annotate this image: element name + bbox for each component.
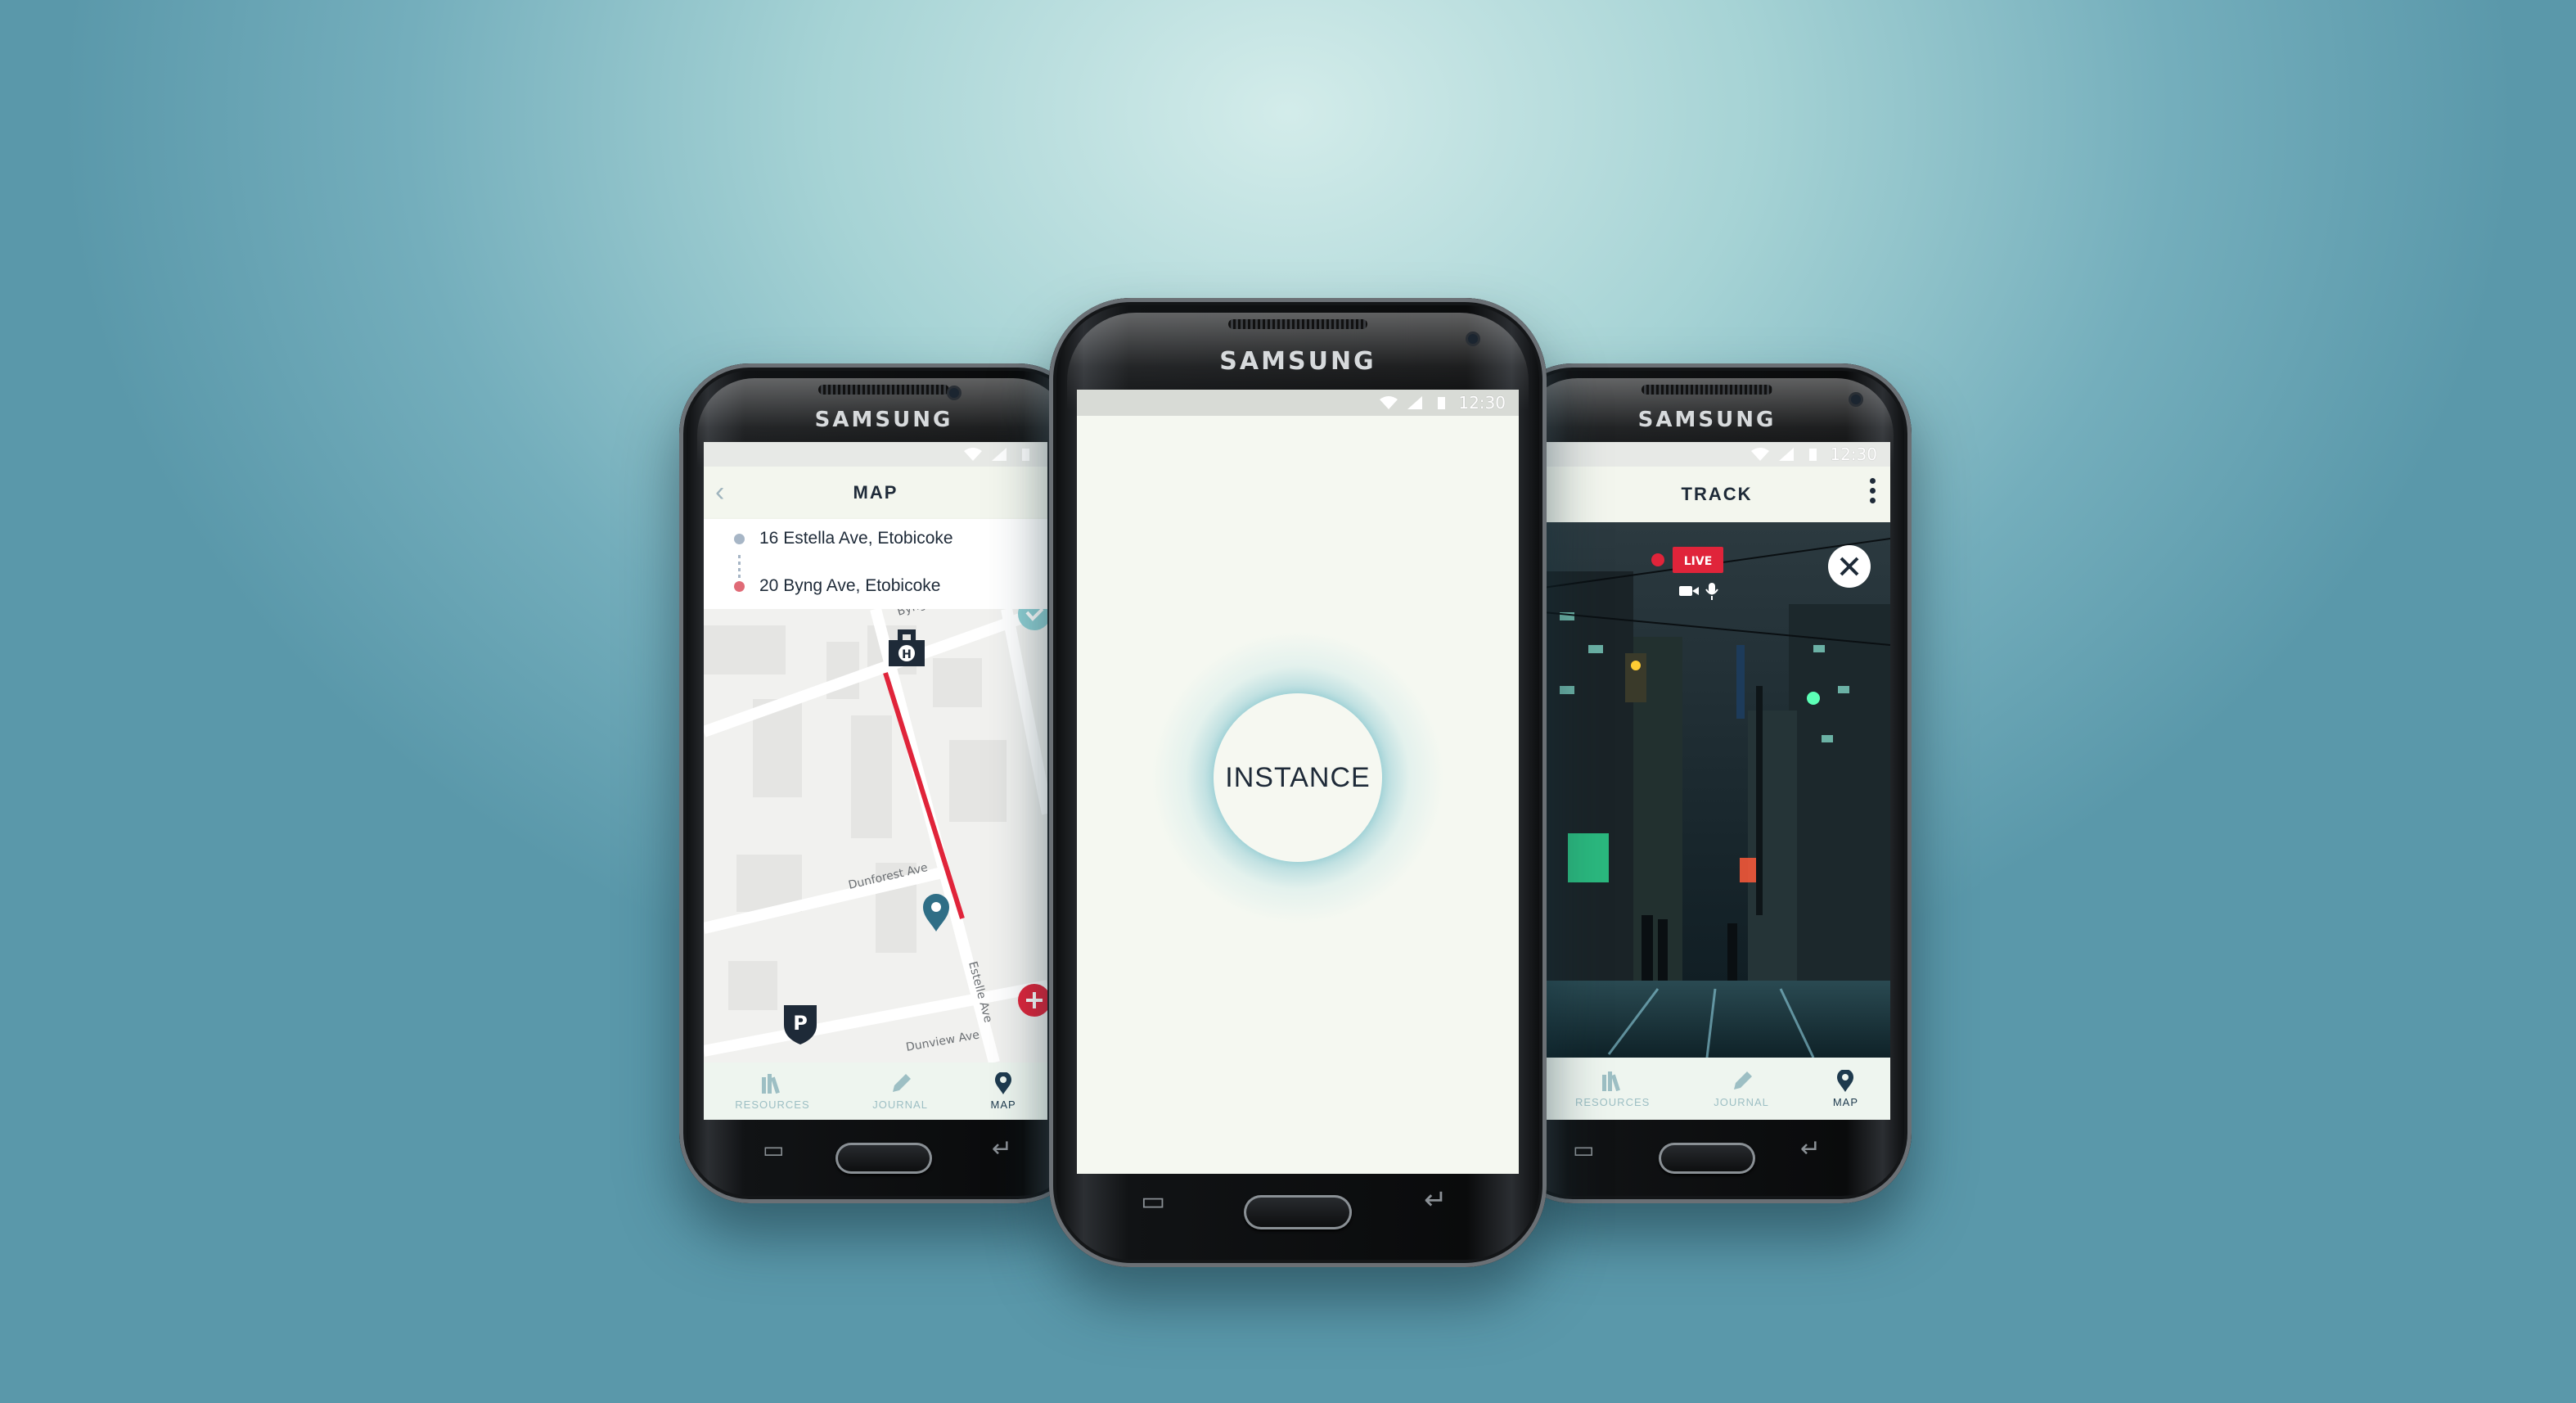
tab-label: MAP [1832,1095,1859,1108]
origin-dot [734,533,745,544]
home-button[interactable] [835,1143,932,1174]
back-chevron-icon[interactable]: ‹ [715,476,726,508]
origin-address[interactable]: 16 Estella Ave, Etobicoke [704,529,1047,548]
back-icon[interactable]: ↵ [992,1135,1012,1163]
recent-apps-icon[interactable]: ▭ [763,1136,784,1163]
svg-text:H: H [902,648,912,661]
tab-label: MAP [990,1098,1016,1111]
route-connector [738,555,741,578]
books-icon [761,1073,780,1094]
track-screen: 12:30 TRACK LIVE RESOURCES JOURNAL MAP [1543,442,1890,1120]
destination-address[interactable]: 20 Byng Ave, Etobicoke [704,576,1047,596]
tab-resources[interactable]: RESOURCES [735,1072,809,1111]
recent-apps-icon[interactable]: ▭ [1573,1136,1594,1163]
street-map[interactable]: Byng Ave Dunforest Ave Dunview Ave Estel… [704,609,1047,1062]
pencil-icon [893,1073,912,1092]
recording-dot-icon [1651,553,1664,566]
home-button[interactable] [1659,1143,1755,1174]
instance-button[interactable]: INSTANCE [1214,693,1382,862]
map-pin-icon [995,1071,1012,1094]
battery-icon [1809,449,1817,461]
more-options-icon[interactable] [1870,478,1876,503]
signal-icon [1407,396,1423,409]
status-time: 12:30 [1458,393,1506,413]
map-header: ‹ MAP [704,467,1047,519]
bottom-tab-bar: RESOURCES JOURNAL MAP [1543,1058,1890,1120]
wifi-icon [1751,448,1770,461]
battery-icon [1022,449,1029,461]
front-camera [1851,395,1861,404]
parking-label: P [793,1012,808,1035]
destination-dot [734,580,745,592]
tab-label: JOURNAL [1714,1095,1769,1108]
recent-apps-icon[interactable]: ▭ [1141,1185,1165,1216]
tab-resources[interactable]: RESOURCES [1575,1070,1650,1108]
origin-text: 16 Estella Ave, Etobicoke [759,529,953,548]
earpiece [1228,319,1367,329]
earpiece [1642,385,1772,395]
close-icon[interactable] [1828,545,1871,588]
status-bar: 12:30 [1543,442,1890,467]
status-time: 12:30 [1830,444,1877,464]
battery-icon [1438,397,1446,409]
front-camera [1468,334,1478,344]
route-panel: 16 Estella Ave, Etobicoke 20 Byng Ave, E… [704,519,1047,609]
tab-journal[interactable]: JOURNAL [872,1072,928,1111]
brand-logo: SAMSUNG [1637,408,1777,432]
tab-map[interactable]: MAP [1832,1069,1859,1108]
wifi-icon [964,448,982,461]
tab-label: RESOURCES [1574,1095,1651,1108]
tab-journal[interactable]: JOURNAL [1714,1070,1769,1108]
bottom-tab-bar: RESOURCES JOURNAL MAP [704,1062,1047,1120]
destination-text: 20 Byng Ave, Etobicoke [759,576,941,595]
page-title: TRACK [1681,484,1753,504]
tab-map[interactable]: MAP [990,1071,1016,1111]
pencil-icon [1734,1071,1753,1089]
books-icon [1601,1071,1620,1091]
page-title: MAP [853,482,898,503]
live-label: LIVE [1684,555,1713,568]
tab-label: RESOURCES [735,1098,810,1111]
back-icon[interactable]: ↵ [1424,1184,1448,1216]
instance-screen: 12:30 INSTANCE [1077,390,1519,1174]
signal-icon [1779,448,1795,461]
status-bar: 12:30 [1077,390,1519,416]
earpiece [818,385,949,395]
left-phone: SAMSUNG ‹ MAP 16 Estella Ave, Etobicoke … [679,363,1088,1203]
home-button[interactable] [1244,1195,1352,1229]
brand-logo: SAMSUNG [814,408,953,432]
tab-label: JOURNAL [872,1098,928,1111]
live-video-feed[interactable]: LIVE [1543,522,1890,1058]
right-phone: SAMSUNG 12:30 TRACK LIVE RESOURCES JOURN… [1502,363,1912,1203]
back-icon[interactable]: ↵ [1800,1135,1821,1163]
status-bar [704,442,1047,467]
track-header: TRACK [1543,467,1890,522]
signal-icon [992,448,1007,461]
front-camera [949,388,959,398]
wifi-icon [1380,396,1398,409]
instance-label: INSTANCE [1225,761,1371,793]
brand-logo: SAMSUNG [1219,347,1376,376]
center-phone: SAMSUNG 12:30 INSTANCE ▭ ↵ [1049,298,1547,1267]
map-screen: ‹ MAP 16 Estella Ave, Etobicoke 20 Byng … [704,442,1047,1120]
map-pin-icon [1837,1069,1854,1092]
